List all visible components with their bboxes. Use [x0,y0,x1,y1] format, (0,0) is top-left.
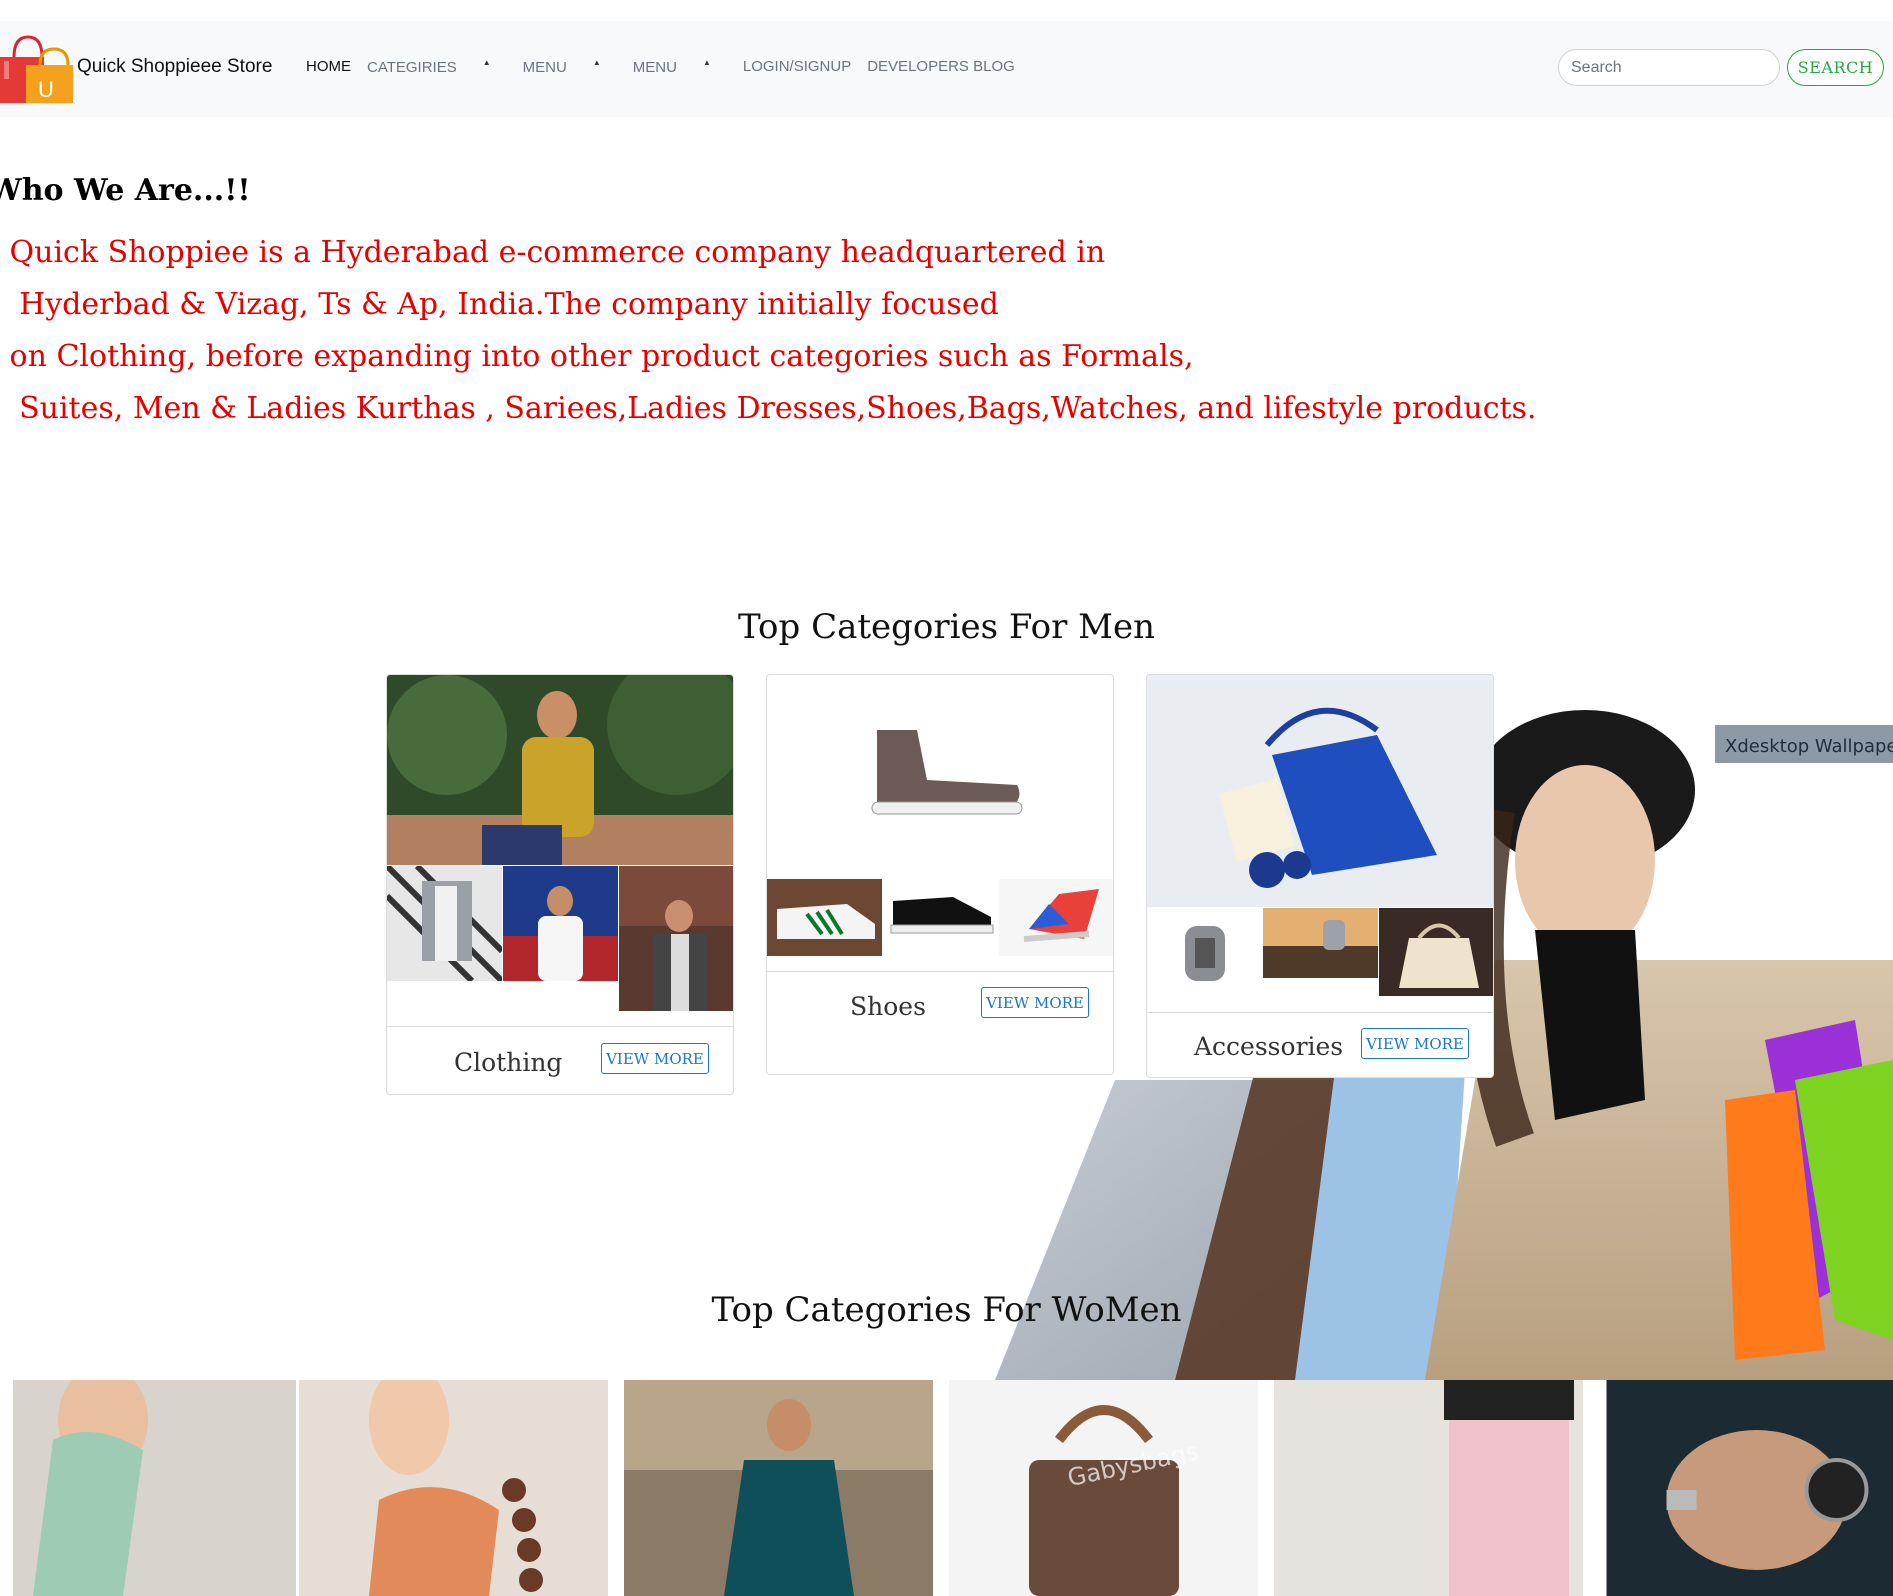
category-card-clothing: Clothing VIEW MORE [386,674,734,1095]
shopping-bag-logo-icon[interactable]: U [0,35,75,103]
view-more-button-shoes[interactable]: VIEW MORE [981,987,1089,1018]
nav-login-signup[interactable]: LOGIN/SIGNUP [743,58,851,76]
search-button[interactable]: SEARCH [1787,49,1884,86]
about-line: Hyderbad & Vizag, Ts & Ap, India.The com… [0,287,999,322]
women-tops-image[interactable] [0,1380,309,1596]
accessories-thumb-3-image [1379,908,1493,996]
logo-letter: U [38,77,54,102]
banner-watermark-text: Xdesktop Wallpapers.c [1725,736,1893,757]
women-pants-image[interactable] [1274,1380,1583,1596]
women-kurthas-image[interactable] [624,1380,933,1596]
nav-menu-dropdown-1[interactable]: MENU ▲ [523,58,617,76]
clothing-main-image [387,675,733,865]
card-title: Clothing [454,1048,563,1077]
nav-categories-label: CATEGIRIES [367,59,457,76]
women-watches-image[interactable] [1599,1380,1893,1596]
about-title: Who We Are...!! [0,173,251,208]
nav-menu-dropdown-2[interactable]: MENU ▲ [633,58,727,76]
shoe-main-image [871,730,1023,815]
card-title: Shoes [850,992,926,1021]
shoes-thumb-3-image [999,879,1113,956]
nav-menu-label: MENU [632,59,677,76]
clothing-thumb-3-image [619,866,733,1011]
card-footer: Accessories VIEW MORE [1147,1012,1493,1077]
women-dresses-image[interactable] [299,1380,608,1596]
nav-menu-label: MENU [522,59,567,76]
brand-name[interactable]: Quick Shoppieee Store [77,56,272,78]
nav-developers-blog[interactable]: DEVELOPERS BLOG [867,58,1015,76]
category-card-accessories: Accessories VIEW MORE [1146,674,1494,1078]
caret-down-icon: ▲ [592,58,601,67]
about-line: on Clothing, before expanding into other… [0,339,1194,374]
clothing-thumb-2-image [503,866,618,981]
accessories-thumb-1-image [1147,908,1262,998]
shoes-thumb-1-image [767,879,882,956]
about-line: Suites, Men & Ladies Kurthas , Sariees,L… [0,391,1537,426]
category-card-shoes: Shoes VIEW MORE [766,674,1114,1075]
about-line: Quick Shoppiee is a Hyderabad e-commerce… [0,235,1106,270]
search-input[interactable] [1558,49,1780,86]
accessories-thumb-2-image [1263,908,1378,978]
caret-down-icon: ▲ [702,58,711,67]
nav-home[interactable]: HOME [306,58,351,76]
shoes-thumb-2-image [883,879,998,956]
nav-categories-dropdown[interactable]: CATEGIRIES ▲ [367,58,507,76]
women-bags-image[interactable]: Gabysbags [949,1380,1258,1596]
clothing-thumb-1-image [387,866,502,981]
view-more-button-clothing[interactable]: VIEW MORE [601,1043,709,1074]
women-categories-strip: Gabysbags [0,1380,1893,1596]
men-section-title: Top Categories For Men [738,607,1155,647]
card-footer: Shoes VIEW MORE [767,971,1113,1074]
card-title: Accessories [1194,1032,1344,1061]
women-section-title: Top Categories For WoMen [711,1290,1182,1330]
card-footer: Clothing VIEW MORE [387,1026,733,1094]
view-more-button-accessories[interactable]: VIEW MORE [1361,1028,1469,1059]
accessories-main-image [1147,675,1493,907]
about-text: Quick Shoppiee is a Hyderabad e-commerce… [0,230,1537,438]
nav-links: HOME CATEGIRIES ▲ MENU ▲ MENU ▲ LOGIN/SIGNU… [306,58,1031,76]
caret-down-icon: ▲ [482,58,491,67]
